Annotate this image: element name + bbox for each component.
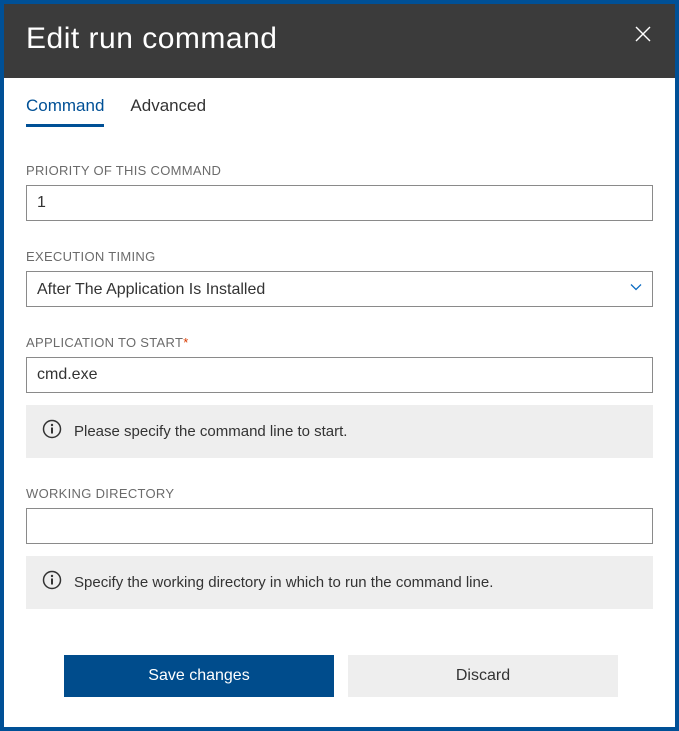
tab-command[interactable]: Command bbox=[26, 96, 104, 127]
save-button[interactable]: Save changes bbox=[64, 655, 334, 697]
dialog-footer: Save changes Discard bbox=[4, 633, 675, 727]
timing-select-wrap: After The Application Is Installed bbox=[26, 271, 653, 307]
close-button[interactable] bbox=[635, 22, 653, 46]
timing-field-group: EXECUTION TIMING After The Application I… bbox=[26, 249, 653, 307]
workdir-input[interactable] bbox=[26, 508, 653, 544]
form-content: PRIORITY OF THIS COMMAND EXECUTION TIMIN… bbox=[4, 127, 675, 633]
workdir-field-group: WORKING DIRECTORY Specify the working di… bbox=[26, 486, 653, 609]
discard-button[interactable]: Discard bbox=[348, 655, 618, 697]
workdir-label: WORKING DIRECTORY bbox=[26, 486, 653, 501]
required-indicator: * bbox=[183, 335, 188, 350]
priority-field-group: PRIORITY OF THIS COMMAND bbox=[26, 163, 653, 221]
priority-label: PRIORITY OF THIS COMMAND bbox=[26, 163, 653, 178]
application-hint-text: Please specify the command line to start… bbox=[74, 423, 347, 440]
priority-input[interactable] bbox=[26, 185, 653, 221]
application-field-group: APPLICATION TO START* Please specify the… bbox=[26, 335, 653, 458]
tab-bar: Command Advanced bbox=[4, 78, 675, 127]
info-icon bbox=[42, 419, 62, 444]
close-icon bbox=[635, 26, 651, 42]
timing-label: EXECUTION TIMING bbox=[26, 249, 653, 264]
application-label: APPLICATION TO START* bbox=[26, 335, 653, 350]
application-input[interactable] bbox=[26, 357, 653, 393]
info-icon bbox=[42, 570, 62, 595]
timing-select[interactable]: After The Application Is Installed bbox=[26, 271, 653, 307]
workdir-hint-box: Specify the working directory in which t… bbox=[26, 556, 653, 609]
dialog-header: Edit run command bbox=[4, 4, 675, 78]
application-hint-box: Please specify the command line to start… bbox=[26, 405, 653, 458]
workdir-hint-text: Specify the working directory in which t… bbox=[74, 574, 493, 591]
dialog-title: Edit run command bbox=[26, 22, 277, 56]
edit-run-command-dialog: Edit run command Command Advanced PRIORI… bbox=[0, 0, 679, 731]
tab-advanced[interactable]: Advanced bbox=[130, 96, 206, 127]
